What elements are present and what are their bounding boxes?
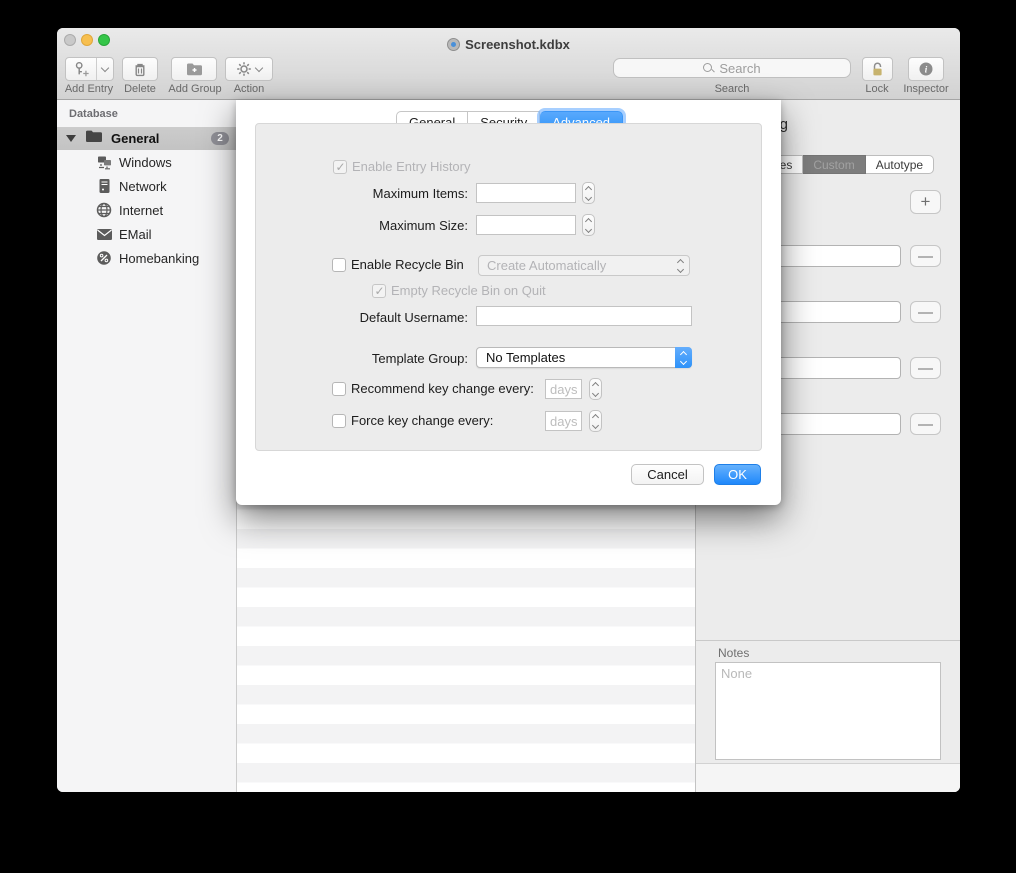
- tab-custom[interactable]: Custom: [803, 155, 865, 174]
- percent-icon: [95, 250, 113, 266]
- search-label: Search: [715, 83, 750, 95]
- add-entry-dropdown[interactable]: [97, 58, 113, 80]
- sidebar-section-header: Database: [69, 108, 118, 120]
- notes-textarea[interactable]: [715, 662, 941, 760]
- add-group-label: Add Group: [168, 83, 221, 95]
- window-title: Screenshot.kdbx: [465, 37, 570, 52]
- globe-icon: [95, 202, 113, 218]
- chevron-down-icon: [101, 63, 109, 71]
- windows-network-icon: [95, 155, 113, 170]
- recycle-bin-mode-value: Create Automatically: [487, 258, 678, 273]
- recommend-key-change-label: Recommend key change every:: [351, 381, 534, 396]
- divider: [696, 640, 960, 641]
- force-days-stepper[interactable]: [589, 410, 602, 432]
- recommend-days-stepper[interactable]: [589, 378, 602, 400]
- default-username-input[interactable]: [476, 306, 692, 326]
- inspector-label: Inspector: [903, 83, 948, 95]
- sidebar-item-label: Windows: [119, 155, 172, 170]
- maximum-items-label: Maximum Items:: [236, 186, 468, 201]
- sidebar-item-label: Homebanking: [119, 251, 199, 266]
- info-icon: i: [918, 61, 934, 77]
- remove-custom-field-button[interactable]: —: [910, 413, 941, 435]
- search-input[interactable]: Search: [613, 58, 851, 78]
- database-settings-dialog: General Security Advanced Enable Entry H…: [236, 100, 781, 505]
- search-icon: [703, 63, 714, 74]
- gear-icon: [236, 61, 252, 77]
- empty-recycle-bin-label: Empty Recycle Bin on Quit: [391, 283, 546, 298]
- document-icon: [447, 38, 460, 51]
- enable-entry-history-label: Enable Entry History: [352, 159, 471, 174]
- disclosure-triangle-icon[interactable]: [66, 135, 76, 142]
- trash-icon: [132, 61, 148, 78]
- add-entry-label: Add Entry: [65, 83, 113, 95]
- window-title-area: Screenshot.kdbx: [57, 35, 960, 53]
- sidebar-item-general[interactable]: General 2: [57, 127, 237, 150]
- cancel-button[interactable]: Cancel: [631, 464, 704, 485]
- titlebar-toolbar: Screenshot.kdbx Add Entry Delete Add Gro…: [57, 28, 960, 100]
- add-custom-field-button[interactable]: +: [910, 190, 941, 214]
- sidebar-item-homebanking[interactable]: Homebanking: [57, 246, 237, 270]
- maximum-size-stepper[interactable]: [582, 214, 595, 236]
- sidebar-item-network[interactable]: Network: [57, 174, 237, 198]
- sidebar-item-label: Internet: [119, 203, 163, 218]
- remove-custom-field-button[interactable]: —: [910, 357, 941, 379]
- popup-chevrons-icon: [678, 260, 683, 272]
- sidebar-group-label: General: [111, 131, 159, 146]
- sidebar-item-label: EMail: [119, 227, 152, 242]
- force-days-input[interactable]: [545, 411, 582, 431]
- maximum-items-stepper[interactable]: [582, 182, 595, 204]
- sidebar-item-label: Network: [119, 179, 167, 194]
- delete-label: Delete: [124, 83, 156, 95]
- delete-button[interactable]: [122, 57, 158, 81]
- default-username-label: Default Username:: [236, 310, 468, 325]
- padlock-icon: [870, 61, 885, 78]
- desktop: Screenshot.kdbx Add Entry Delete Add Gro…: [0, 0, 1016, 873]
- action-label: Action: [234, 83, 265, 95]
- template-group-value: No Templates: [486, 350, 675, 365]
- key-plus-icon: [66, 58, 97, 80]
- notes-label: Notes: [718, 646, 749, 660]
- ok-button[interactable]: OK: [714, 464, 761, 485]
- tab-autotype[interactable]: Autotype: [866, 155, 934, 174]
- force-key-change-label: Force key change every:: [351, 413, 493, 428]
- sidebar-item-internet[interactable]: Internet: [57, 198, 237, 222]
- force-key-change-checkbox[interactable]: [332, 414, 346, 428]
- action-button[interactable]: [225, 57, 273, 81]
- maximum-items-input[interactable]: [476, 183, 576, 203]
- server-icon: [95, 178, 113, 194]
- inspector-footer: [696, 763, 960, 792]
- recommend-key-change-checkbox[interactable]: [332, 382, 346, 396]
- search-placeholder: Search: [719, 61, 760, 76]
- maximum-size-input[interactable]: [476, 215, 576, 235]
- popup-chevrons-icon: [675, 347, 692, 368]
- enable-entry-history-checkbox: [333, 160, 347, 174]
- envelope-icon: [95, 228, 113, 241]
- sidebar-item-windows[interactable]: Windows: [57, 150, 237, 174]
- remove-custom-field-button[interactable]: —: [910, 301, 941, 323]
- remove-custom-field-button[interactable]: —: [910, 245, 941, 267]
- empty-recycle-bin-checkbox: [372, 284, 386, 298]
- add-entry-button[interactable]: [65, 57, 114, 81]
- entry-count-badge: 2: [211, 132, 229, 145]
- template-group-popup[interactable]: No Templates: [476, 347, 692, 368]
- folder-plus-icon: [185, 61, 204, 77]
- sidebar: Database General 2 Windows: [57, 100, 237, 792]
- enable-recycle-bin-checkbox[interactable]: [332, 258, 346, 272]
- add-group-button[interactable]: [171, 57, 217, 81]
- folder-icon: [85, 129, 103, 148]
- inspector-button[interactable]: i: [908, 57, 944, 81]
- chevron-down-icon: [255, 63, 263, 71]
- lock-button[interactable]: [862, 57, 893, 81]
- maximum-size-label: Maximum Size:: [236, 218, 468, 233]
- app-window: Screenshot.kdbx Add Entry Delete Add Gro…: [57, 28, 960, 792]
- recycle-bin-mode-popup: Create Automatically: [478, 255, 690, 276]
- sidebar-item-email[interactable]: EMail: [57, 222, 237, 246]
- lock-label: Lock: [865, 83, 888, 95]
- template-group-label: Template Group:: [236, 351, 468, 366]
- recommend-days-input[interactable]: [545, 379, 582, 399]
- enable-recycle-bin-label: Enable Recycle Bin: [351, 257, 464, 272]
- inspector-tab-bar: Files Custom Autotype: [756, 155, 934, 174]
